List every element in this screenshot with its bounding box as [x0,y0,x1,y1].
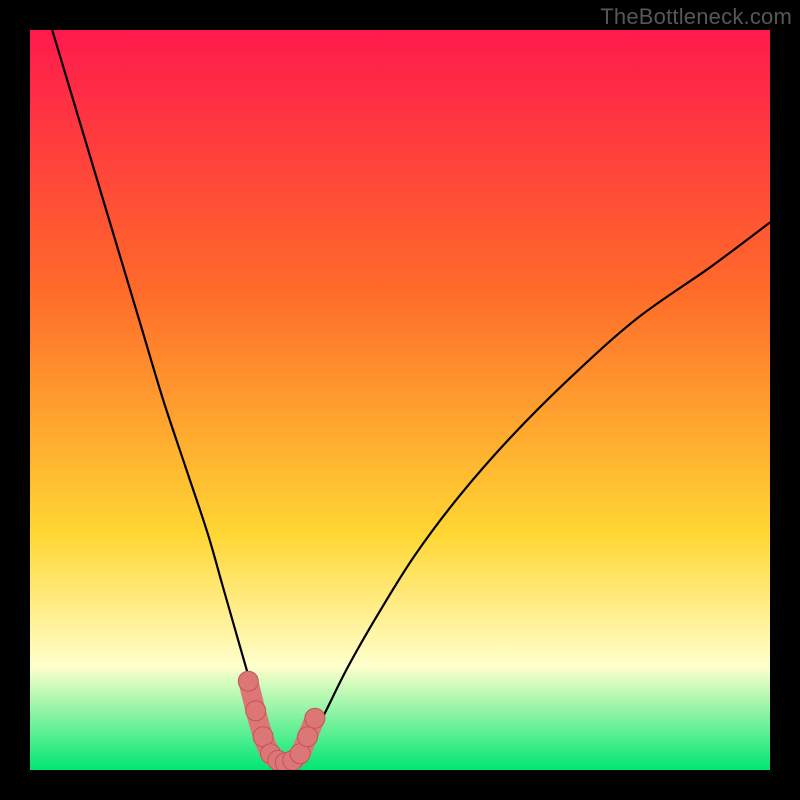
chart-svg [30,30,770,770]
watermark-text: TheBottleneck.com [600,4,792,30]
gradient-background [30,30,770,770]
marker-dot [305,708,325,728]
chart-frame [30,30,770,770]
marker-dot [238,671,258,691]
marker-dot [298,727,318,747]
marker-dot [246,701,266,721]
